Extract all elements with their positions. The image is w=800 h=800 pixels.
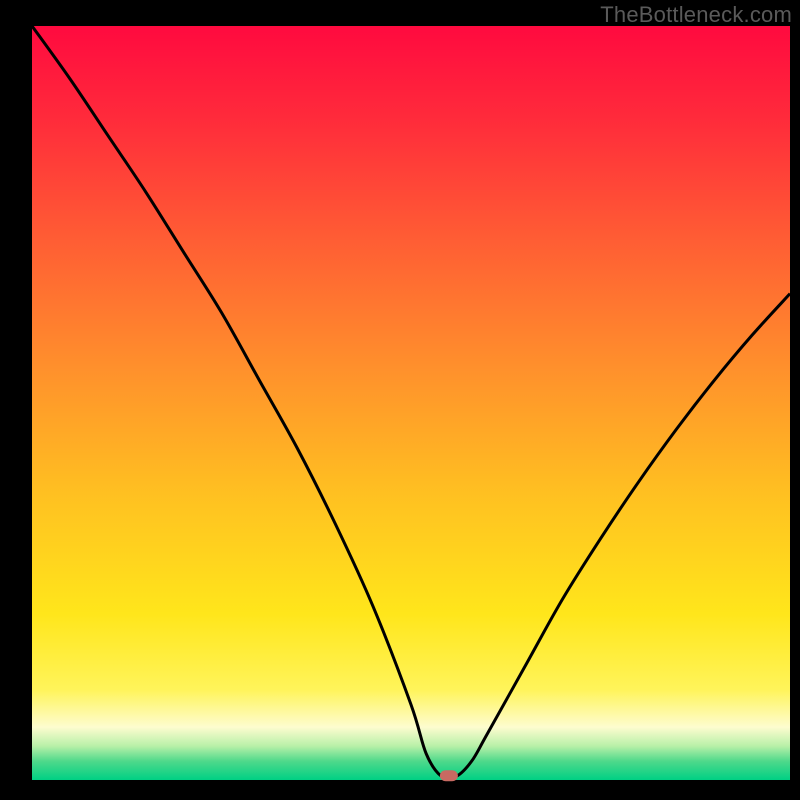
plot-background [32,26,790,780]
bottleneck-chart [0,0,800,800]
optimal-marker [440,770,458,781]
watermark-text: TheBottleneck.com [600,2,792,28]
chart-frame: TheBottleneck.com [0,0,800,800]
